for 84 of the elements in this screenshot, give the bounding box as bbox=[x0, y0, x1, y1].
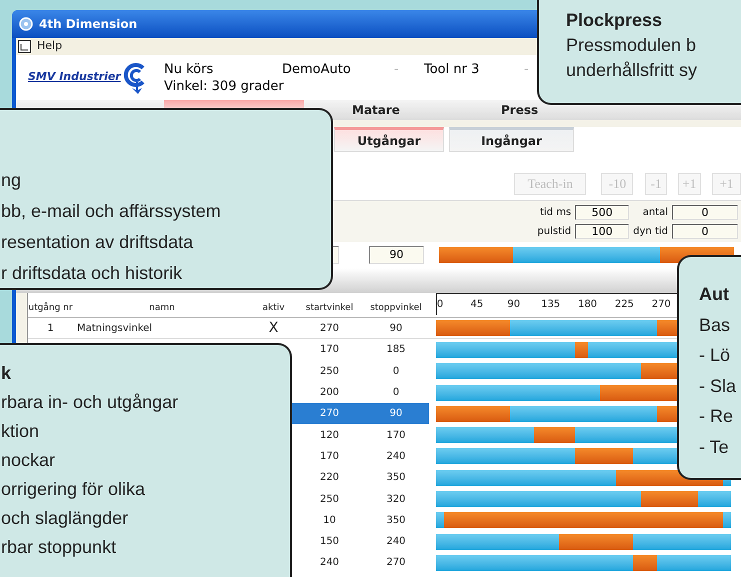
menu-item[interactable]: Help bbox=[37, 38, 62, 55]
callout-text: - Lö bbox=[699, 344, 730, 367]
callout-text: r driftsdata och historik bbox=[1, 262, 182, 285]
column-header: namn bbox=[148, 302, 176, 314]
table-cell-text: 90 bbox=[388, 407, 404, 422]
callout-text: nockar bbox=[1, 449, 56, 472]
field-label: pulstid bbox=[537, 224, 572, 238]
sub-tab[interactable]: Utgångar bbox=[334, 127, 444, 152]
table-cell-text: 270 bbox=[318, 407, 340, 422]
table-cell-text: 270 bbox=[318, 322, 340, 336]
table-cell-text: X bbox=[268, 318, 280, 338]
table-cell-text: 170 bbox=[318, 450, 340, 464]
callout-title: Plockpress bbox=[566, 9, 662, 32]
column-header: aktiv bbox=[261, 302, 286, 314]
tool-name: Tool nr 3 bbox=[424, 60, 480, 78]
table-cell-text: 170 bbox=[318, 343, 340, 358]
table-cell-text: 120 bbox=[318, 428, 340, 443]
axis-tick-label: 225 bbox=[614, 298, 634, 312]
column-header: stoppvinkel bbox=[369, 302, 423, 314]
tab[interactable]: Press bbox=[501, 100, 650, 120]
angle-readout: Vinkel: 309 grader bbox=[164, 78, 285, 94]
callout-title: k bbox=[1, 362, 12, 385]
callout-text: och slaglängder bbox=[1, 507, 128, 530]
table-cell-text: 200 bbox=[318, 386, 340, 400]
table-cell-text: 185 bbox=[385, 343, 407, 358]
callout-text: Bas bbox=[699, 314, 730, 336]
app-icon bbox=[18, 16, 34, 32]
value-field[interactable]: 0 bbox=[672, 224, 738, 238]
status-label: Nu körs bbox=[164, 60, 214, 78]
table-cell-text: 0 bbox=[392, 386, 400, 400]
table-cell-text: 250 bbox=[318, 492, 340, 507]
axis-tick-label: 0 bbox=[436, 298, 444, 312]
table-row[interactable]: 1 Matningsvinkel X 270 90 bbox=[28, 318, 429, 338]
axis-tick-label: 270 bbox=[652, 298, 671, 312]
field-label: antal bbox=[642, 206, 668, 220]
table-cell-text: 350 bbox=[385, 471, 407, 486]
table-cell-text: 1 bbox=[46, 322, 55, 336]
field-label: dyn tid bbox=[633, 224, 668, 238]
column-header: utgång nr bbox=[28, 302, 73, 314]
table-cell-text: 320 bbox=[385, 492, 407, 507]
axis-tick-label: 135 bbox=[541, 298, 560, 312]
table-cell-text: 90 bbox=[388, 322, 404, 336]
table-cell-text: 250 bbox=[318, 364, 340, 379]
table-cell-text: 270 bbox=[385, 556, 407, 570]
stop-angle-field[interactable]: 90 bbox=[369, 246, 424, 264]
callout-text: resentation av driftsdata bbox=[1, 231, 194, 254]
table-cell-text: 220 bbox=[318, 471, 340, 486]
callout-text: Pressmodulen b bbox=[566, 34, 696, 57]
axis-tick-label: 90 bbox=[507, 298, 520, 312]
table-cell-text: 240 bbox=[318, 556, 340, 570]
program-name: DemoAuto bbox=[282, 60, 352, 78]
window-menu-icon[interactable] bbox=[18, 40, 31, 53]
callout-text: ktion bbox=[1, 420, 40, 443]
value-field[interactable]: 0 bbox=[672, 204, 738, 220]
value-field[interactable]: 100 bbox=[575, 224, 630, 238]
column-header: startvinkel bbox=[304, 302, 354, 314]
field-label: tid ms bbox=[538, 206, 572, 220]
callout-title: Aut bbox=[699, 283, 729, 306]
callout-text: rbara in- och utgångar bbox=[1, 391, 178, 414]
callout-text: - Te bbox=[699, 436, 729, 458]
callout-text: underhållsfritt sy bbox=[566, 59, 698, 82]
value-field[interactable]: 500 bbox=[575, 204, 630, 220]
table-cell-text: 10 bbox=[322, 514, 337, 528]
sub-tab[interactable]: Ingångar bbox=[449, 127, 574, 152]
table-cell-text: 150 bbox=[318, 535, 340, 550]
separator-text: - bbox=[394, 60, 400, 78]
callout-text: - Sla bbox=[699, 374, 736, 398]
callout-text: ng bbox=[1, 169, 22, 192]
axis-tick-label: 45 bbox=[470, 298, 484, 312]
table-cell-text: Matningsvinkel bbox=[76, 322, 154, 336]
table-cell-text: 240 bbox=[385, 535, 407, 550]
company-logo-text: SMV Industrier bbox=[28, 69, 121, 86]
table-cell-text: 170 bbox=[385, 428, 407, 443]
window-title: 4th Dimension bbox=[39, 16, 138, 33]
callout-text: rbar stoppunkt bbox=[1, 536, 116, 559]
callout-text: - Re bbox=[699, 405, 734, 428]
table-cell-text: 0 bbox=[392, 364, 400, 379]
callout-text: orrigering för olika bbox=[1, 478, 146, 501]
callout-text: bb, e-mail och affärssystem bbox=[1, 200, 221, 223]
table-cell-text: 350 bbox=[385, 514, 407, 528]
separator-text: - bbox=[524, 60, 529, 78]
tab[interactable]: Matare bbox=[352, 100, 501, 120]
table-cell-text: 240 bbox=[385, 450, 407, 464]
axis-tick-label: 180 bbox=[578, 298, 598, 312]
